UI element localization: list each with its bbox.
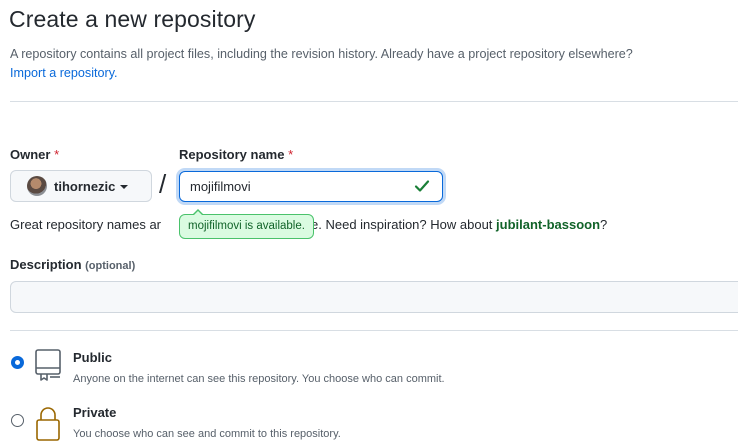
page-title: Create a new repository bbox=[9, 6, 256, 32]
avatar bbox=[27, 176, 47, 196]
public-radio[interactable] bbox=[11, 356, 24, 369]
description-label-text: Description bbox=[10, 257, 82, 272]
optional-tag: (optional) bbox=[85, 260, 136, 272]
private-option-title: Private bbox=[73, 405, 117, 420]
owner-value: tihornezic bbox=[54, 178, 116, 194]
chevron-down-icon bbox=[120, 185, 129, 189]
private-radio[interactable] bbox=[11, 414, 24, 427]
description-label: Description (optional) bbox=[10, 257, 135, 272]
hint-prefix: Great repository names ar bbox=[10, 217, 162, 232]
repository-name-label: Repository name * bbox=[179, 147, 293, 162]
public-option-title: Public bbox=[73, 350, 113, 365]
hint-suffix: ? bbox=[600, 217, 608, 232]
page-subtitle: A repository contains all project files,… bbox=[10, 47, 633, 61]
hint-middle: e. Need inspiration? How about bbox=[311, 217, 493, 232]
import-repository-link[interactable]: Import a repository. bbox=[10, 66, 118, 80]
repo-icon bbox=[35, 349, 61, 381]
owner-repo-separator: / bbox=[159, 169, 167, 199]
owner-label: Owner * bbox=[10, 147, 59, 162]
lock-icon bbox=[36, 407, 60, 441]
divider bbox=[10, 101, 738, 102]
required-mark: * bbox=[54, 147, 60, 162]
check-icon bbox=[414, 180, 430, 192]
owner-select-button[interactable]: tihornezic bbox=[10, 170, 152, 202]
divider bbox=[10, 330, 738, 331]
suggested-name-link[interactable]: jubilant-bassoon bbox=[496, 217, 600, 232]
create-repo-page: Create a new repository A repository con… bbox=[0, 0, 738, 443]
private-option-description: You choose who can see and commit to thi… bbox=[73, 428, 341, 440]
repository-name-label-text: Repository name bbox=[179, 147, 285, 162]
public-option-description: Anyone on the internet can see this repo… bbox=[73, 373, 445, 385]
availability-tooltip: mojifilmovi is available. bbox=[179, 209, 314, 239]
repository-name-input[interactable] bbox=[179, 171, 443, 202]
required-mark: * bbox=[288, 147, 294, 162]
owner-label-text: Owner bbox=[10, 147, 51, 162]
description-input[interactable] bbox=[10, 281, 738, 313]
